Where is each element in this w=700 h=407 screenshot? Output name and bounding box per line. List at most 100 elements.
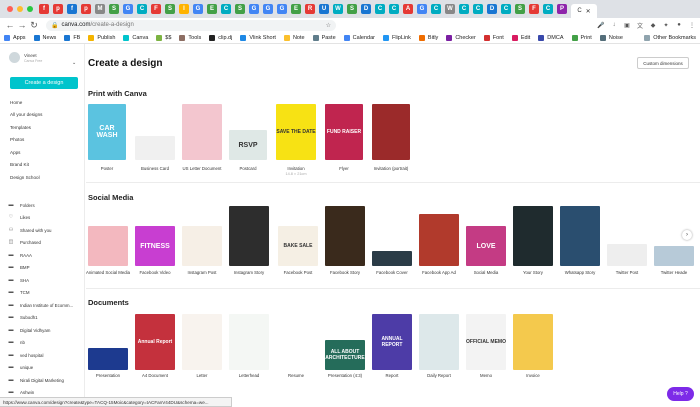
bookmark-item[interactable]: Calendar	[343, 34, 375, 41]
design-thumbnail[interactable]	[372, 104, 410, 160]
sidebar-folder[interactable]: ▬ unique	[8, 362, 73, 375]
design-thumbnail[interactable]	[229, 314, 269, 370]
browser-tab[interactable]: C	[431, 4, 441, 14]
scroll-right-arrow-icon[interactable]: ›	[682, 230, 692, 240]
sidebar-folder[interactable]: ⚇ Shared with you	[8, 224, 73, 237]
design-thumbnail[interactable]	[372, 251, 412, 266]
bookmark-item[interactable]: FlipLink	[382, 34, 411, 41]
design-thumbnail[interactable]	[654, 246, 694, 266]
bookmark-item[interactable]: FB	[64, 34, 80, 41]
tab-active[interactable]: C ✕	[571, 4, 597, 18]
design-thumbnail[interactable]: FUND RAISER	[325, 104, 363, 160]
bookmark-item[interactable]: Vlink Short	[240, 34, 276, 41]
design-thumbnail[interactable]: CAR WASH	[88, 104, 126, 160]
sidebar-folder[interactable]: ▬ TCM	[8, 287, 73, 300]
bookmark-item[interactable]: Edit	[511, 34, 530, 41]
maximize-window-icon[interactable]	[27, 6, 33, 12]
sidebar-folder[interactable]: ◫ Purchased	[8, 237, 73, 250]
browser-tab[interactable]: S	[109, 4, 119, 14]
bookmark-item[interactable]: Canva	[123, 34, 148, 41]
microphone-icon[interactable]: 🎤	[597, 21, 605, 29]
design-thumbnail[interactable]: SAVE THE DATE	[276, 104, 316, 160]
sidebar-folder[interactable]: ▬ BMP	[8, 262, 73, 275]
design-thumbnail[interactable]: ALL ABOUT ARCHITECTURE	[325, 340, 365, 370]
bookmark-item[interactable]: clip.dj	[209, 34, 232, 41]
browser-tab[interactable]: G	[249, 4, 259, 14]
sidebar-item-photos[interactable]: Photos	[10, 134, 42, 147]
design-thumbnail[interactable]	[88, 226, 128, 266]
bookmark-item[interactable]: Tools	[179, 34, 201, 41]
bookmark-item[interactable]: Apps	[4, 34, 26, 41]
browser-tab[interactable]: C	[501, 4, 511, 14]
design-thumbnail[interactable]	[276, 314, 316, 370]
browser-tab[interactable]: C	[137, 4, 147, 14]
browser-tab[interactable]: C	[221, 4, 231, 14]
browser-tab[interactable]: p	[53, 4, 63, 14]
puzzle-icon[interactable]: ✦	[662, 21, 670, 29]
design-thumbnail[interactable]	[182, 226, 222, 266]
sidebar-folder[interactable]: ▬ RAAA	[8, 249, 73, 262]
help-button[interactable]: Help ?	[667, 387, 694, 401]
browser-tab[interactable]: F	[151, 4, 161, 14]
bookmark-item[interactable]: Bitly	[418, 34, 438, 41]
sidebar-folder[interactable]: ▬ Digital Vidhyam	[8, 324, 73, 337]
browser-tab[interactable]: I	[179, 4, 189, 14]
bookmark-item[interactable]: Checker	[446, 34, 476, 41]
sidebar-item-all-your-designs[interactable]: All your designs	[10, 109, 42, 122]
chevron-down-icon[interactable]: ⌄	[72, 60, 76, 66]
bookmark-item[interactable]: Publish	[88, 34, 115, 41]
close-window-icon[interactable]	[7, 6, 13, 12]
custom-dimensions-button[interactable]: Custom dimensions	[637, 57, 689, 69]
browser-tab[interactable]: E	[291, 4, 301, 14]
browser-tab[interactable]: C	[459, 4, 469, 14]
design-thumbnail[interactable]	[513, 206, 553, 266]
design-thumbnail[interactable]	[325, 206, 365, 266]
sidebar-item-brand-kit[interactable]: Brand Kit	[10, 159, 42, 172]
browser-tab[interactable]: W	[333, 4, 343, 14]
bookmark-item[interactable]: DMCA	[538, 34, 564, 41]
sidebar-folder[interactable]: ▬ Folders	[8, 199, 73, 212]
translate-icon[interactable]: 文	[636, 21, 644, 30]
other-bookmarks[interactable]: Other Bookmarks	[644, 34, 696, 41]
browser-tab[interactable]: P	[557, 4, 567, 14]
sidebar-folder[interactable]: ▬ Subodh1	[8, 312, 73, 325]
bookmark-star-icon[interactable]: ☆	[326, 22, 331, 29]
browser-tab[interactable]: S	[515, 4, 525, 14]
browser-tab[interactable]: F	[529, 4, 539, 14]
browser-tab[interactable]: p	[81, 4, 91, 14]
design-thumbnail[interactable]	[560, 206, 600, 266]
design-thumbnail[interactable]	[419, 314, 459, 370]
create-design-button[interactable]: Create a design	[10, 77, 78, 89]
sidebar-folder[interactable]: ▬ nb	[8, 337, 73, 350]
shield-icon[interactable]: ◆	[649, 21, 657, 29]
design-thumbnail[interactable]: LOVE	[466, 226, 506, 266]
sidebar-folder[interactable]: ▬ Nirali Digital Marketing	[8, 374, 73, 387]
design-thumbnail[interactable]	[229, 206, 269, 266]
design-thumbnail[interactable]: ANNUAL REPORT	[372, 314, 412, 370]
sidebar-item-home[interactable]: Home	[10, 96, 42, 109]
browser-tab[interactable]: f	[67, 4, 77, 14]
design-thumbnail[interactable]: Annual Report	[135, 314, 175, 370]
minimize-window-icon[interactable]	[17, 6, 23, 12]
bookmark-item[interactable]: Print	[571, 34, 592, 41]
sidebar-item-apps[interactable]: Apps	[10, 146, 42, 159]
browser-tab[interactable]: D	[487, 4, 497, 14]
download-icon[interactable]: ↓	[610, 21, 618, 29]
browser-tab[interactable]: C	[543, 4, 553, 14]
design-thumbnail[interactable]	[135, 136, 175, 160]
sidebar-item-design-school[interactable]: Design School	[10, 171, 42, 184]
bookmark-item[interactable]: News	[33, 34, 56, 41]
design-thumbnail[interactable]	[419, 214, 459, 266]
browser-tab[interactable]: G	[277, 4, 287, 14]
browser-tab[interactable]: f	[39, 4, 49, 14]
browser-tab[interactable]: M	[95, 4, 105, 14]
sidebar-item-templates[interactable]: Templates	[10, 121, 42, 134]
browser-tab[interactable]: G	[263, 4, 273, 14]
sidebar-folder[interactable]: ▬ Indian Institute of Ecomm...	[8, 299, 74, 312]
account-icon[interactable]: ●	[675, 21, 683, 29]
sidebar-folder[interactable]: ▬ ved hospital	[8, 349, 73, 362]
extension-icon[interactable]: ▣	[623, 21, 631, 29]
browser-tab[interactable]: S	[165, 4, 175, 14]
browser-tab[interactable]: C	[473, 4, 483, 14]
browser-tab[interactable]: S	[347, 4, 357, 14]
